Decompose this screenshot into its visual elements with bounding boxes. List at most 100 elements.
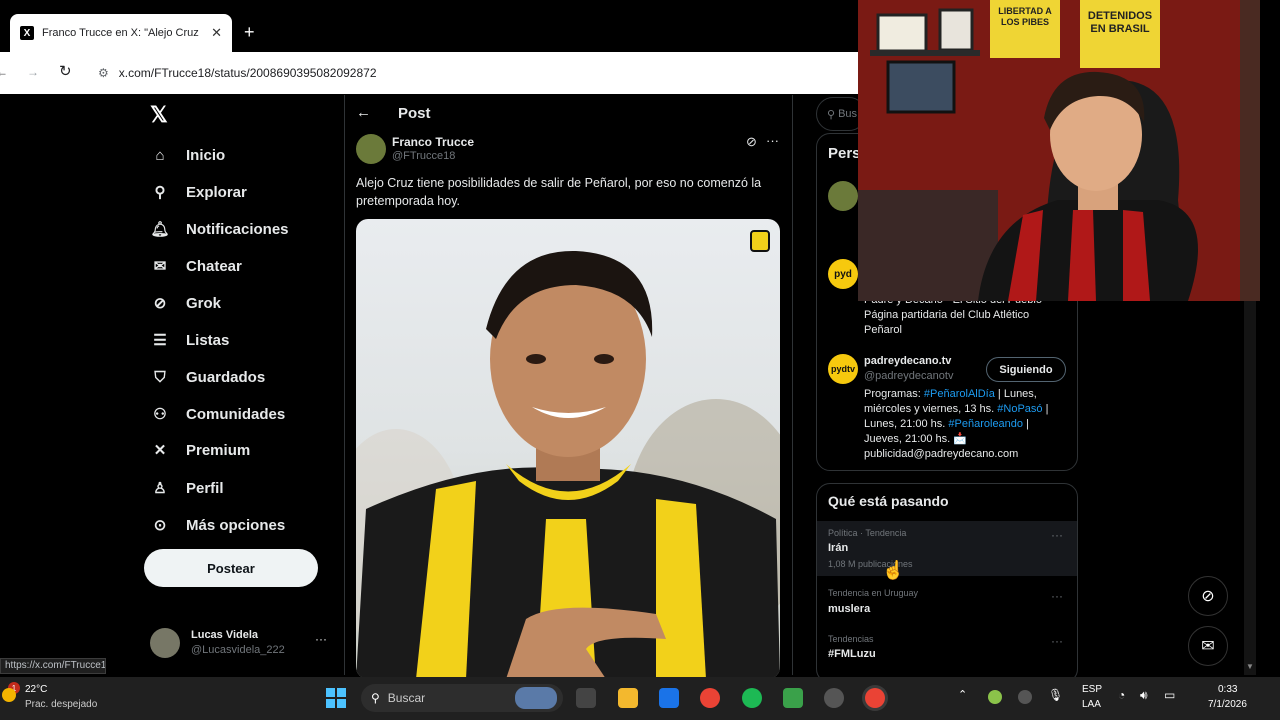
forward-arrow-icon[interactable]: → bbox=[27, 65, 39, 79]
mail-icon: ✉ bbox=[153, 258, 167, 275]
app-icon[interactable] bbox=[783, 688, 803, 708]
account-switcher[interactable]: Lucas Videla @Lucasvidela_222 ··· bbox=[150, 626, 340, 662]
trend-meta: Tendencia en Uruguay bbox=[828, 588, 919, 598]
more-dots-icon[interactable]: ··· bbox=[315, 632, 327, 646]
more-dots-icon[interactable]: ··· bbox=[1051, 528, 1063, 542]
author-handle[interactable]: @FTrucce18 bbox=[392, 150, 455, 162]
weather-desc[interactable]: Prac. despejado bbox=[25, 699, 97, 710]
taskbar-search[interactable]: ⚲ Buscar bbox=[361, 684, 563, 712]
keyboard-layout[interactable]: LAA bbox=[1082, 699, 1101, 710]
account-avatar[interactable]: pyd bbox=[828, 259, 858, 289]
new-tab-icon[interactable]: + bbox=[244, 22, 255, 43]
following-button[interactable]: Siguiendo bbox=[986, 357, 1066, 382]
author-avatar[interactable] bbox=[356, 134, 386, 164]
site-info-icon[interactable]: ⚙ bbox=[98, 66, 109, 80]
nav-label: Notificaciones bbox=[186, 220, 289, 238]
avatar bbox=[150, 628, 180, 658]
more-dots-icon[interactable]: ··· bbox=[766, 133, 779, 148]
nav-label: Perfil bbox=[186, 479, 224, 497]
search-icon: ⚲ bbox=[827, 108, 836, 121]
trend-name[interactable]: #FMLuzu bbox=[828, 648, 876, 660]
user-handle: @Lucasvidela_222 bbox=[191, 644, 285, 656]
microphone-icon[interactable]: 🎙︎ bbox=[1048, 688, 1063, 702]
wall-sign: LIBERTAD A LOS PIBES bbox=[998, 6, 1052, 27]
account-name[interactable]: padreydecano.tv bbox=[864, 355, 951, 367]
weather-icon[interactable] bbox=[2, 688, 16, 702]
trend-name: Irán bbox=[828, 542, 849, 554]
nav-item-notificaciones[interactable]: 🔔︎ Notificaciones bbox=[150, 212, 340, 246]
more-dots-icon[interactable]: ··· bbox=[1051, 589, 1063, 603]
nav-item-premium[interactable]: ✕ Premium bbox=[150, 433, 340, 467]
tray-app-icon[interactable] bbox=[1018, 690, 1032, 704]
messages-icon[interactable]: ✉ bbox=[1188, 626, 1228, 666]
grok-icon[interactable]: ⊘ bbox=[1188, 576, 1228, 616]
clock-time[interactable]: 0:33 bbox=[1218, 684, 1237, 695]
clock-date[interactable]: 7/1/2026 bbox=[1208, 699, 1247, 710]
nav-item-grok[interactable]: ⊘ Grok bbox=[150, 286, 340, 320]
account-avatar[interactable] bbox=[828, 181, 858, 211]
nav-item-mas-opciones[interactable]: ⊙ Más opciones bbox=[150, 508, 340, 542]
account-avatar[interactable]: pydtv bbox=[828, 354, 858, 384]
battery-icon[interactable]: ▭ bbox=[1164, 688, 1175, 702]
wall-sign: DETENIDOS EN BRASIL bbox=[1087, 10, 1153, 35]
nav-item-inicio[interactable]: ⌂ Inicio bbox=[150, 138, 340, 172]
back-arrow-icon[interactable]: ← bbox=[356, 104, 371, 121]
back-arrow-icon[interactable]: ← bbox=[0, 65, 8, 79]
nav-item-listas[interactable]: ☰ Listas bbox=[150, 323, 340, 357]
grok-icon[interactable]: ⊘ bbox=[746, 134, 757, 150]
post-button[interactable]: Postear bbox=[144, 549, 318, 587]
panel-title: Pers bbox=[828, 145, 861, 162]
address-bar[interactable]: ⚙ x.com/FTrucce18/status/200869039508209… bbox=[88, 58, 848, 88]
url-text: x.com/FTrucce18/status/20086903950820928… bbox=[118, 66, 377, 80]
chrome-active-icon[interactable] bbox=[865, 688, 885, 708]
hashtag-link[interactable]: #PeñarolAlDía bbox=[924, 388, 995, 400]
author-name[interactable]: Franco Trucce bbox=[392, 135, 474, 149]
volume-icon[interactable]: 🔊︎ bbox=[1140, 688, 1148, 703]
nav-item-chatear[interactable]: ✉ Chatear bbox=[150, 249, 340, 283]
language-code[interactable]: ESP bbox=[1082, 684, 1102, 695]
x-favicon-icon: X bbox=[20, 26, 34, 40]
nav-label: Listas bbox=[186, 331, 230, 349]
nav-label: Chatear bbox=[186, 257, 242, 275]
nav-label: Inicio bbox=[186, 146, 226, 164]
scroll-down-arrow-icon[interactable]: ▼ bbox=[1246, 662, 1254, 671]
browser-toolbar: ← → ↻ ⚙ x.com/FTrucce18/status/200869039… bbox=[0, 52, 860, 94]
weather-temp[interactable]: 22°C bbox=[25, 684, 47, 695]
nav-label: Grok bbox=[186, 294, 222, 312]
browser-tab[interactable]: X Franco Trucce en X: "Alejo Cruz ✕ bbox=[10, 14, 232, 52]
nav-label: Premium bbox=[186, 441, 251, 459]
account-bio: Programas: #PeñarolAlDía | Lunes, miérco… bbox=[864, 387, 1064, 462]
tray-app-icon[interactable] bbox=[988, 690, 1002, 704]
file-explorer-icon[interactable] bbox=[618, 688, 638, 708]
task-view-icon[interactable] bbox=[576, 688, 596, 708]
trend-name[interactable]: muslera bbox=[828, 603, 870, 615]
search-placeholder: Bus bbox=[838, 108, 858, 120]
outlook-icon[interactable] bbox=[659, 688, 679, 708]
wifi-icon[interactable]: ◔ bbox=[1118, 688, 1125, 702]
nav-item-guardados[interactable]: ⛉ Guardados bbox=[150, 360, 340, 394]
nav-item-comunidades[interactable]: ⚇ Comunidades bbox=[150, 397, 340, 431]
close-tab-icon[interactable]: ✕ bbox=[211, 25, 222, 41]
spotify-icon[interactable] bbox=[742, 688, 762, 708]
more-dots-icon[interactable]: ··· bbox=[1051, 634, 1063, 648]
x-logo-icon[interactable]: 𝕏 bbox=[150, 102, 168, 128]
obs-icon[interactable] bbox=[824, 688, 844, 708]
windows-start-icon[interactable] bbox=[326, 688, 346, 708]
people-icon: ⚇ bbox=[153, 406, 167, 423]
nav-item-perfil[interactable]: ♙ Perfil bbox=[150, 471, 340, 505]
post-text: Alejo Cruz tiene posibilidades de salir … bbox=[356, 176, 762, 208]
post-image[interactable] bbox=[356, 219, 780, 679]
account-handle[interactable]: @padreydecanotv bbox=[864, 370, 953, 382]
grok-icon: ⊘ bbox=[153, 295, 167, 312]
show-hidden-icons-icon[interactable]: ⌃ bbox=[958, 688, 967, 701]
chrome-icon[interactable] bbox=[700, 688, 720, 708]
trend-meta: Política · Tendencia bbox=[828, 528, 907, 538]
scrollbar[interactable] bbox=[1244, 300, 1256, 675]
bell-icon: 🔔︎ bbox=[150, 221, 170, 238]
hashtag-link[interactable]: #NoPasó bbox=[997, 403, 1042, 415]
nav-item-explorar[interactable]: ⚲ Explorar bbox=[150, 175, 340, 209]
trend-meta: Tendencias bbox=[828, 634, 874, 644]
trends-title: Qué está pasando bbox=[828, 493, 949, 509]
reload-icon[interactable]: ↻ bbox=[59, 62, 72, 80]
hashtag-link[interactable]: #Peñaroleando bbox=[948, 418, 1023, 430]
